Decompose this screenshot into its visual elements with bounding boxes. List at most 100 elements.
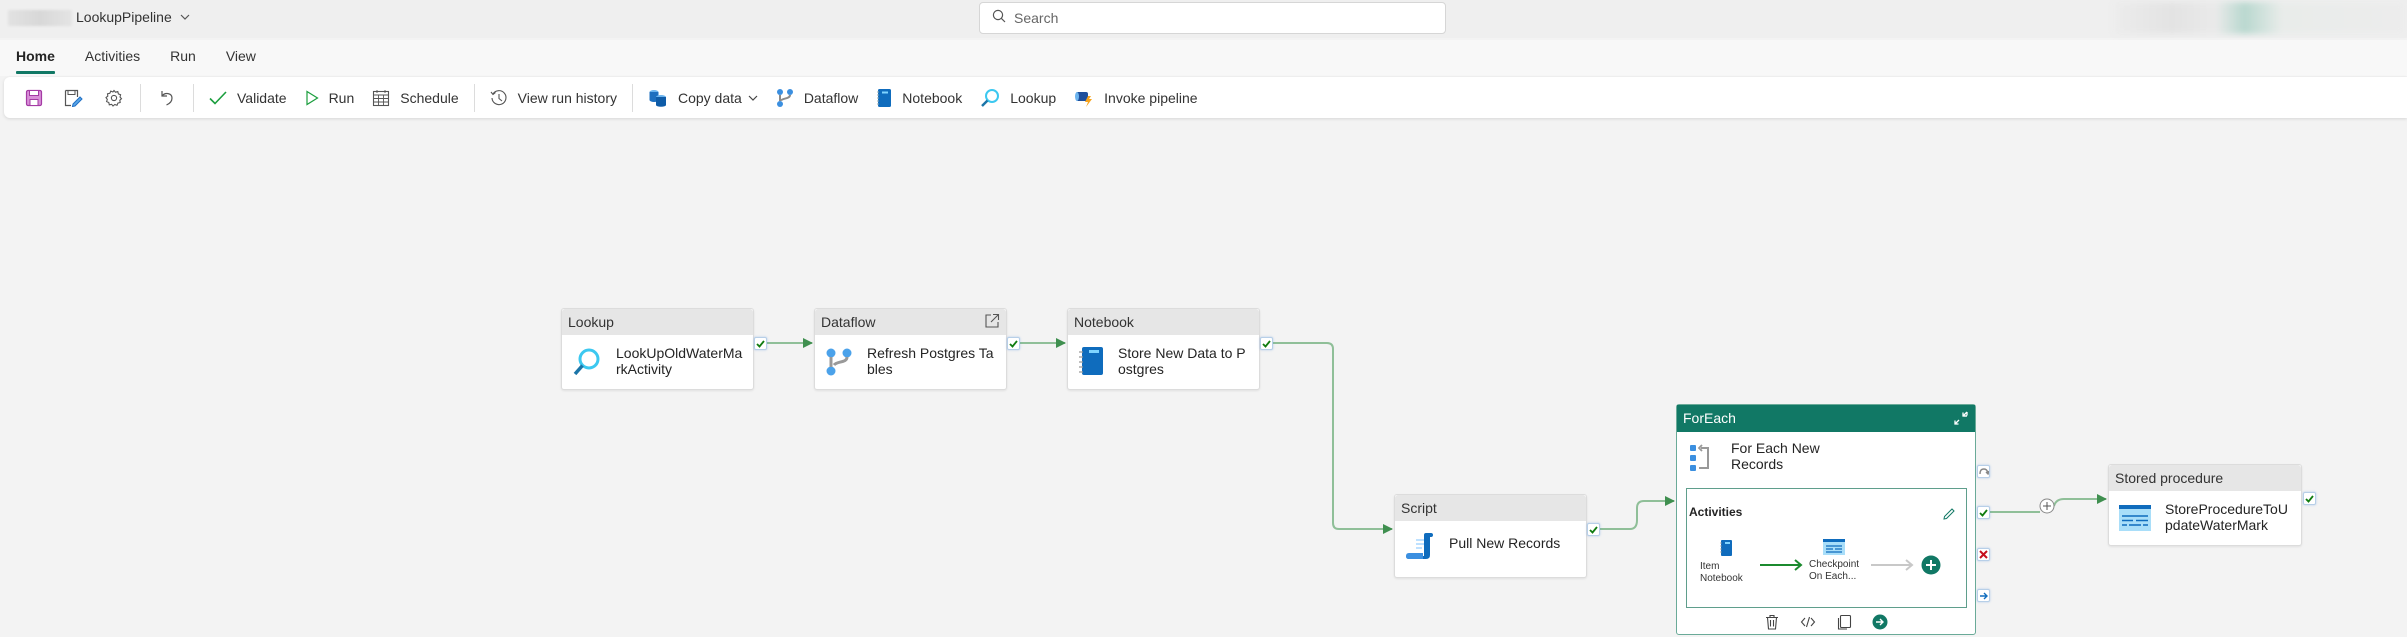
invoke-pipeline-icon xyxy=(1075,91,1093,107)
undo-button[interactable] xyxy=(147,82,187,114)
toolbar-divider xyxy=(631,83,633,112)
connector-foreach-to-stored-procedure-end xyxy=(2053,494,2107,507)
validate-button[interactable]: Validate xyxy=(200,82,296,114)
activity-type: Lookup xyxy=(562,309,753,335)
success-port-icon[interactable] xyxy=(1977,506,1990,519)
activity-node-foreach[interactable]: ForEach For Each New Records Activities … xyxy=(1676,404,1976,635)
activity-node-script[interactable]: Script Pull New Records xyxy=(1394,494,1587,578)
activity-node-stored-procedure[interactable]: Stored procedure StoreProcedureToUpdateW… xyxy=(2108,464,2302,546)
run-label: Run xyxy=(328,89,355,106)
add-inner-activity-icon[interactable] xyxy=(1921,555,1941,580)
activity-type: ForEach xyxy=(1683,410,1736,426)
title-bar: LookupPipeline xyxy=(0,0,2407,38)
lookup-button[interactable]: Lookup xyxy=(971,82,1065,114)
script-icon xyxy=(1406,533,1433,559)
toolbar-divider xyxy=(473,83,475,112)
activity-type: Stored procedure xyxy=(2109,465,2301,491)
add-activity-on-connector-icon xyxy=(2039,498,2055,514)
search-icon xyxy=(992,9,1006,28)
activity-type: Dataflow xyxy=(821,314,876,330)
schedule-button[interactable]: Schedule xyxy=(363,82,467,114)
inner-activity-item-notebook[interactable]: Item Notebook xyxy=(1700,539,1750,585)
settings-icon xyxy=(105,89,123,107)
open-external-icon[interactable] xyxy=(984,313,1000,332)
activity-name: Refresh Postgres Tables xyxy=(867,345,994,377)
lookup-icon xyxy=(981,88,1000,107)
pending-arrow-icon xyxy=(1871,559,1914,571)
calendar-icon xyxy=(373,89,390,106)
activity-name: For Each New Records xyxy=(1731,440,1820,472)
dataflow-icon xyxy=(776,88,793,107)
pipeline-name-dropdown[interactable]: LookupPipeline xyxy=(76,9,190,25)
inner-activity-name: Checkpoint On Each... xyxy=(1809,559,1860,582)
search-input[interactable] xyxy=(1014,10,1445,26)
delete-icon[interactable] xyxy=(1764,614,1780,630)
pipeline-name: LookupPipeline xyxy=(76,9,172,25)
save-button[interactable] xyxy=(14,82,54,114)
lookup-label: Lookup xyxy=(1010,89,1057,106)
save-icon xyxy=(25,89,43,106)
history-icon xyxy=(490,89,507,105)
tab-home[interactable]: Home xyxy=(16,40,55,76)
notebook-icon xyxy=(1079,347,1103,375)
save-as-button[interactable] xyxy=(54,82,94,114)
tab-run[interactable]: Run xyxy=(170,40,196,76)
copy-data-icon xyxy=(649,89,666,107)
copy-data-button[interactable]: Copy data xyxy=(639,82,767,114)
stored-procedure-icon xyxy=(2119,505,2151,531)
dataflow-label: Dataflow xyxy=(803,89,859,106)
activity-node-notebook[interactable]: Notebook Store New Data to Postgres xyxy=(1067,308,1260,390)
activity-name: Pull New Records xyxy=(1449,535,1561,551)
view-run-history-button[interactable]: View run history xyxy=(481,82,626,114)
schedule-label: Schedule xyxy=(400,89,459,106)
skip-port-icon[interactable] xyxy=(1977,465,1990,478)
connector-script-to-foreach xyxy=(1600,496,1675,530)
search-box[interactable] xyxy=(979,2,1446,34)
success-port-icon[interactable] xyxy=(1587,523,1600,536)
failure-port-icon[interactable] xyxy=(1977,548,1990,561)
dataflow-icon xyxy=(826,348,852,376)
ribbon-toolbar: Validate Run Schedule View run history C… xyxy=(4,77,2407,118)
activity-name: Store New Data to Postgres xyxy=(1118,345,1246,377)
copy-icon[interactable] xyxy=(1836,614,1852,630)
activity-type: Script xyxy=(1395,495,1586,521)
activity-name: LookUpOldWaterMarkActivity xyxy=(616,345,743,377)
ribbon-tabs: Home Activities Run View xyxy=(0,40,2407,76)
notebook-label: Notebook xyxy=(902,89,963,106)
workspace-name-redacted xyxy=(8,10,72,26)
notebook-button[interactable]: Notebook xyxy=(867,82,971,114)
completion-port-icon[interactable] xyxy=(1977,589,1990,602)
inner-activity-name: Item Notebook xyxy=(1700,561,1743,584)
account-area-redacted xyxy=(2114,2,2404,34)
collapse-icon[interactable] xyxy=(1953,410,1969,429)
activity-node-dataflow[interactable]: Dataflow Refresh Postgres Tables xyxy=(814,308,1007,390)
success-port-icon[interactable] xyxy=(2303,492,2316,505)
foreach-icon xyxy=(1690,444,1709,471)
notebook-icon xyxy=(1720,540,1732,556)
checkmark-icon xyxy=(209,90,227,105)
dataflow-button[interactable]: Dataflow xyxy=(767,82,867,114)
success-port-icon[interactable] xyxy=(754,337,767,350)
play-icon xyxy=(305,89,319,106)
connector-notebook-to-script xyxy=(1273,342,1393,534)
activities-title: Activities xyxy=(1689,505,1743,519)
run-button[interactable]: Run xyxy=(296,82,364,114)
tab-activities[interactable]: Activities xyxy=(85,40,140,76)
invoke-pipeline-button[interactable]: Invoke pipeline xyxy=(1065,82,1206,114)
foreach-activities-canvas[interactable]: Activities Item Notebook Checkpoint On E… xyxy=(1686,488,1967,608)
inner-activity-item-checkpoint[interactable]: Checkpoint On Each... xyxy=(1809,539,1869,583)
stored-procedure-icon xyxy=(1823,539,1845,555)
tab-view[interactable]: View xyxy=(226,40,256,76)
notebook-icon xyxy=(877,88,892,107)
success-port-icon[interactable] xyxy=(1260,337,1273,350)
activity-node-lookup[interactable]: Lookup LookUpOldWaterMarkActivity xyxy=(561,308,754,390)
code-view-icon[interactable] xyxy=(1800,614,1816,630)
edit-activities-icon[interactable] xyxy=(1942,507,1956,526)
go-to-activity-icon[interactable] xyxy=(1872,614,1888,630)
toolbar-divider xyxy=(193,83,194,112)
settings-button[interactable] xyxy=(94,82,134,114)
chevron-down-icon xyxy=(180,12,190,23)
success-port-icon[interactable] xyxy=(1007,337,1020,350)
save-as-template-icon xyxy=(64,89,83,107)
view-run-history-label: View run history xyxy=(517,89,617,106)
